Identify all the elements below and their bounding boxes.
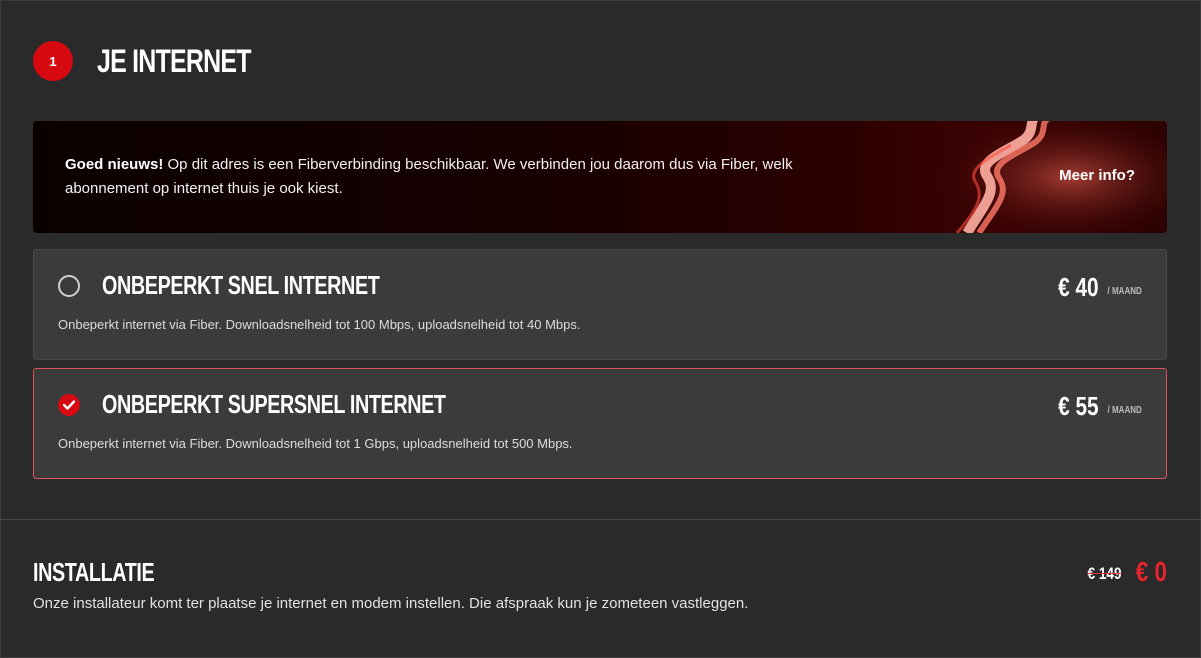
section-divider	[0, 519, 1201, 520]
option-description: Onbeperkt internet via Fiber. Downloadsn…	[58, 317, 581, 332]
check-icon	[63, 400, 75, 410]
option-title: ONBEPERKT SNEL INTERNET	[102, 270, 380, 300]
internet-option-snel[interactable]: ONBEPERKT SNEL INTERNET Onbeperkt intern…	[33, 249, 1167, 360]
price-amount: € 55	[1058, 391, 1099, 421]
step-number: 1	[49, 53, 57, 69]
price-unit: / MAAND	[1107, 286, 1142, 297]
new-price: € 0	[1135, 556, 1167, 587]
internet-option-supersnel[interactable]: ONBEPERKT SUPERSNEL INTERNET Onbeperkt i…	[33, 368, 1167, 479]
option-title: ONBEPERKT SUPERSNEL INTERNET	[102, 389, 446, 419]
price-unit: / MAAND	[1107, 405, 1142, 416]
fiber-info-banner: Goed nieuws! Op dit adres is een Fiberve…	[33, 121, 1167, 233]
installation-title: INSTALLATIE	[33, 557, 155, 587]
banner-bold-text: Goed nieuws!	[65, 156, 164, 173]
more-info-link[interactable]: Meer info?	[1059, 167, 1135, 184]
page-title: JE INTERNET	[97, 43, 251, 79]
banner-body-text: Op dit adres is een Fiberverbinding besc…	[65, 156, 793, 197]
installation-price: € 149 € 0	[1079, 556, 1167, 588]
installation-description: Onze installateur komt ter plaatse je in…	[33, 595, 749, 612]
old-price: € 149	[1087, 564, 1122, 583]
option-description: Onbeperkt internet via Fiber. Downloadsn…	[58, 436, 573, 451]
step-number-badge: 1	[33, 41, 73, 81]
banner-message: Goed nieuws! Op dit adres is een Fiberve…	[65, 153, 865, 201]
radio-button-unchecked[interactable]	[58, 275, 80, 297]
radio-button-checked[interactable]	[58, 394, 80, 416]
option-price: € 40 / MAAND	[1048, 272, 1142, 302]
price-amount: € 40	[1058, 272, 1099, 302]
option-price: € 55 / MAAND	[1048, 391, 1142, 421]
